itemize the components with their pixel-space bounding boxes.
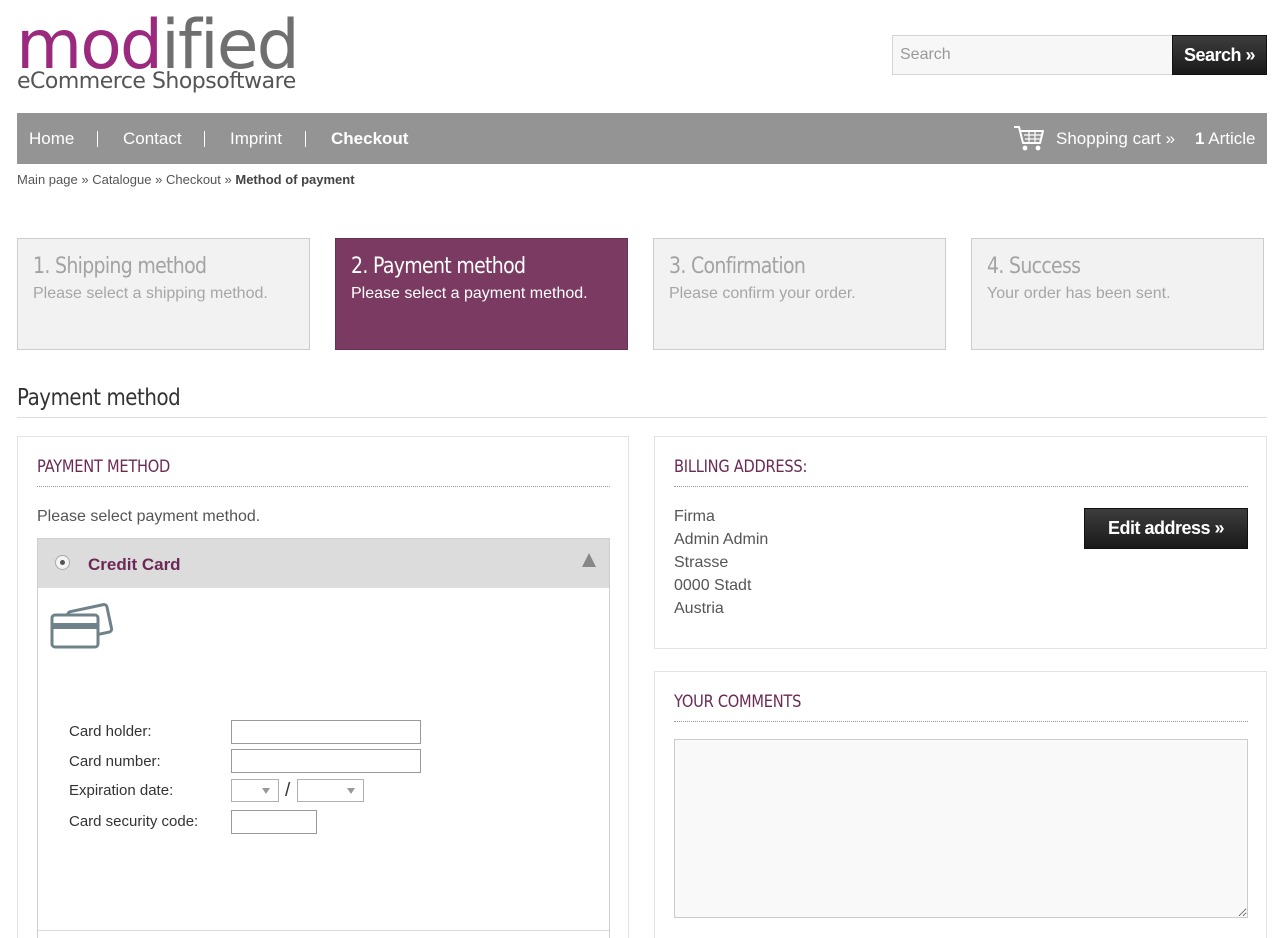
expiry-month-select[interactable] xyxy=(231,779,279,802)
payment-intro-text: Please select payment method. xyxy=(37,508,261,525)
breadcrumb-checkout[interactable]: Checkout xyxy=(166,172,221,187)
cart-summary[interactable]: 1 Article xyxy=(1195,113,1256,164)
expiry-separator: / xyxy=(285,780,291,801)
nav-contact[interactable]: Contact xyxy=(123,113,182,164)
breadcrumb-main-page[interactable]: Main page xyxy=(17,172,78,187)
nav-home[interactable]: Home xyxy=(29,113,74,164)
cart-count: 1 xyxy=(1195,129,1205,148)
divider xyxy=(37,486,610,487)
search-button[interactable]: Search » xyxy=(1172,35,1267,75)
step-title: 3. Confirmation xyxy=(669,254,806,279)
step-title: 1. Shipping method xyxy=(33,254,207,279)
card-holder-label: Card holder: xyxy=(69,723,152,740)
expiry-year-select[interactable] xyxy=(297,779,364,802)
main-nav: Home Contact Imprint Checkout Shopping c… xyxy=(17,113,1267,164)
step-title: 4. Success xyxy=(987,254,1081,279)
edit-address-button[interactable]: Edit address » xyxy=(1084,508,1248,549)
security-code-label: Card security code: xyxy=(69,813,199,830)
nav-imprint[interactable]: Imprint xyxy=(230,113,282,164)
payment-method-panel: PAYMENT METHOD Please select payment met… xyxy=(17,436,629,938)
cart-unit: Article xyxy=(1208,129,1256,148)
comments-panel: YOUR COMMENTS xyxy=(654,671,1267,938)
divider xyxy=(674,721,1248,722)
step-title: 2. Payment method xyxy=(351,254,526,279)
credit-card-icon xyxy=(50,603,114,649)
address-line: Strasse xyxy=(674,554,729,571)
nav-separator xyxy=(204,131,205,147)
address-line: 0000 Stadt xyxy=(674,577,752,594)
payment-panel-title: PAYMENT METHOD xyxy=(37,457,170,477)
step-success: 4. Success Your order has been sent. xyxy=(971,238,1264,350)
breadcrumb-catalogue[interactable]: Catalogue xyxy=(92,172,151,187)
credit-card-radio[interactable] xyxy=(55,555,70,570)
search-input[interactable] xyxy=(892,35,1173,75)
security-code-input[interactable] xyxy=(231,810,317,834)
step-description: Please select a payment method. xyxy=(351,285,588,302)
expiration-date-label: Expiration date: xyxy=(69,782,174,799)
card-number-label: Card number: xyxy=(69,753,161,770)
nav-separator xyxy=(97,131,98,147)
logo[interactable]: modified eCommerce Shopsoftware xyxy=(16,6,316,102)
address-line: Austria xyxy=(674,600,724,617)
collapse-arrow-icon[interactable] xyxy=(582,553,596,567)
step-shipping[interactable]: 1. Shipping method Please select a shipp… xyxy=(17,238,310,350)
address-line: Firma xyxy=(674,508,715,525)
breadcrumb: Main page » Catalogue » Checkout » Metho… xyxy=(17,172,355,187)
comments-panel-title: YOUR COMMENTS xyxy=(674,692,802,712)
page-title: Payment method xyxy=(17,385,181,411)
credit-card-option: Credit Card Card holder: Card number: Ex… xyxy=(37,538,610,938)
breadcrumb-current: Method of payment xyxy=(235,172,355,187)
step-description: Please confirm your order. xyxy=(669,285,856,302)
shopping-cart-link[interactable]: Shopping cart » xyxy=(1056,113,1175,164)
address-line: Admin Admin xyxy=(674,531,769,548)
credit-card-label[interactable]: Credit Card xyxy=(88,555,181,575)
step-payment: 2. Payment method Please select a paymen… xyxy=(335,238,628,350)
billing-panel-title: BILLING ADDRESS: xyxy=(674,457,808,477)
step-description: Please select a shipping method. xyxy=(33,285,268,302)
nav-separator xyxy=(305,131,306,147)
card-number-input[interactable] xyxy=(231,749,421,773)
breadcrumb-separator: » xyxy=(155,172,163,187)
card-holder-input[interactable] xyxy=(231,720,421,744)
comments-textarea[interactable] xyxy=(674,739,1248,918)
logo-tagline: eCommerce Shopsoftware xyxy=(17,69,296,94)
divider xyxy=(674,486,1248,487)
page-heading: Payment method xyxy=(17,383,1267,418)
step-confirmation: 3. Confirmation Please confirm your orde… xyxy=(653,238,946,350)
billing-address-panel: BILLING ADDRESS: Firma Admin Admin Stras… xyxy=(654,436,1267,649)
divider xyxy=(38,930,609,931)
nav-checkout[interactable]: Checkout xyxy=(331,113,408,164)
breadcrumb-separator: » xyxy=(81,172,89,187)
breadcrumb-separator: » xyxy=(224,172,232,187)
step-description: Your order has been sent. xyxy=(987,285,1171,302)
credit-card-option-header[interactable]: Credit Card xyxy=(38,539,609,588)
shopping-cart-icon[interactable] xyxy=(1013,124,1045,152)
